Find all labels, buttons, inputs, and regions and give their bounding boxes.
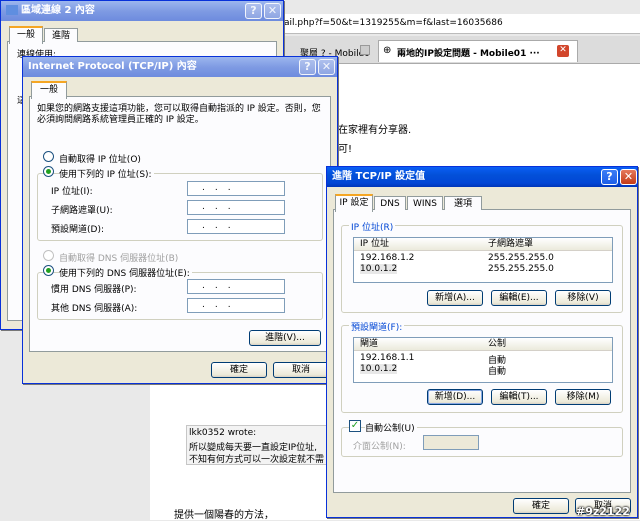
radio-manual-dns-label: 使用下列的 DNS 伺服器位址(E): <box>59 266 192 279</box>
list-item[interactable]: 自動 <box>488 364 506 377</box>
radio-auto-dns-label: 自動取得 DNS 伺服器位址(B) <box>59 254 179 264</box>
radio-manual-dns[interactable] <box>43 265 54 276</box>
help-button[interactable]: ? <box>245 3 262 19</box>
add-ip-button[interactable]: 新增(A)... <box>427 290 483 306</box>
close-icon[interactable] <box>360 45 370 55</box>
cancel-button[interactable]: 取消 <box>273 362 329 378</box>
ip-group-label: IP 位址(R) <box>349 220 396 233</box>
quote-author: lkk0352 wrote: <box>189 428 257 438</box>
auto-metric-label: 自動公制(U) <box>365 421 417 434</box>
list-item[interactable]: 10.0.1.2 <box>360 264 398 274</box>
tab-general[interactable]: 一般 <box>31 81 67 99</box>
radio-auto-dns[interactable] <box>43 250 54 261</box>
post-text-line: 在家裡有分享器. <box>338 125 412 136</box>
interface-metric-label: 介面公制(N): <box>353 442 406 452</box>
edit-gateway-button[interactable]: 編輯(T)... <box>491 389 547 405</box>
col-header-metric[interactable]: 公制 <box>482 338 612 351</box>
help-button[interactable]: ? <box>299 59 316 75</box>
tcpip-properties-window: Internet Protocol (TCP/IP) 內容 ? ✕ 一般 如果您… <box>22 56 338 384</box>
ip-input[interactable]: ... <box>187 181 285 196</box>
radio-manual-ip-label: 使用下列的 IP 位址(S): <box>59 167 154 180</box>
gateway-group-label: 預設閘道(F): <box>349 320 405 333</box>
radio-manual-ip[interactable] <box>43 166 54 177</box>
list-item[interactable]: 10.0.1.2 <box>360 364 398 374</box>
close-button[interactable]: ✕ <box>264 3 281 19</box>
page-icon: ⊕ <box>383 45 392 56</box>
dns2-input[interactable]: ... <box>187 298 285 313</box>
help-button[interactable]: ? <box>601 169 618 185</box>
advanced-button[interactable]: 進階(V)... <box>249 330 321 346</box>
col-header-ip[interactable]: IP 位址 <box>354 238 482 251</box>
post-text-line: 可! <box>338 144 353 155</box>
tab-options[interactable]: 選項 <box>444 196 482 210</box>
ip-address-list[interactable]: IP 位址 子網路遮罩 192.168.1.2 255.255.255.0 10… <box>353 237 613 283</box>
close-icon[interactable]: ✕ <box>557 45 569 57</box>
radio-auto-ip-label: 自動取得 IP 位址(O) <box>59 155 141 165</box>
list-item[interactable]: 192.168.1.1 <box>360 353 414 363</box>
auto-metric-checkbox[interactable]: ✓ <box>349 420 361 432</box>
list-item[interactable]: 255.255.255.0 <box>488 253 554 263</box>
tab-dns[interactable]: DNS <box>374 196 406 210</box>
address-text: ail.php?f=50&t=1319255&m=f&last=16035686 <box>284 18 503 28</box>
edit-ip-button[interactable]: 編輯(E)... <box>491 290 547 306</box>
gateway-input[interactable]: ... <box>187 219 285 234</box>
radio-auto-ip[interactable] <box>43 151 54 162</box>
tab-advanced[interactable]: 進階 <box>44 28 78 42</box>
watermark: #9z2122 <box>576 505 630 518</box>
tab-general[interactable]: 一般 <box>9 26 43 44</box>
gateway-list[interactable]: 閘道 公制 192.168.1.1 自動 10.0.1.2 自動 <box>353 337 613 383</box>
quote-box: lkk0352 wrote: 所以變成每天要一直設定IP位址, 不知有何方式可以… <box>186 425 328 465</box>
close-button[interactable]: ✕ <box>318 59 335 75</box>
browser-tab-title: 兩地的IP設定問題 - Mobile01 ··· <box>397 49 540 59</box>
description-text: 如果您的網路支援這項功能，您可以取得自動指派的 IP 設定。否則，您必須詢問網路… <box>37 104 321 125</box>
mask-input[interactable]: ... <box>187 200 285 215</box>
tab-wins[interactable]: WINS <box>407 196 443 210</box>
interface-metric-input[interactable] <box>423 435 479 450</box>
address-bar[interactable]: ail.php?f=50&t=1319255&m=f&last=16035686 <box>280 14 640 34</box>
col-header-gateway[interactable]: 閘道 <box>354 338 482 351</box>
mask-label: 子網路遮罩(U): <box>51 206 113 216</box>
add-gateway-button[interactable]: 新增(D)... <box>427 389 483 405</box>
advanced-tcpip-window: 進階 TCP/IP 設定值 ? ✕ IP 設定 DNS WINS 選項 IP 位… <box>326 166 638 518</box>
dns1-input[interactable]: ... <box>187 279 285 294</box>
quote-line: 不知有何方式可以一次設定就不需 <box>189 455 325 465</box>
close-button[interactable]: ✕ <box>620 169 637 185</box>
ip-label: IP 位址(I): <box>51 187 93 197</box>
ok-button[interactable]: 確定 <box>211 362 267 378</box>
list-item[interactable]: 192.168.1.2 <box>360 253 414 263</box>
post-footer-text: 提供一個陽春的方法， <box>174 510 274 521</box>
tab-ip-settings[interactable]: IP 設定 <box>335 194 373 212</box>
gateway-label: 預設閘道(D): <box>51 225 104 235</box>
window-title: 區域連線 2 內容 <box>1 1 283 21</box>
remove-gateway-button[interactable]: 移除(M) <box>555 389 611 405</box>
remove-ip-button[interactable]: 移除(V) <box>555 290 611 306</box>
dns2-label: 其他 DNS 伺服器(A): <box>51 304 138 314</box>
window-title: 進階 TCP/IP 設定值 <box>327 167 637 187</box>
col-header-mask[interactable]: 子網路遮罩 <box>482 238 612 251</box>
dns1-label: 慣用 DNS 伺服器(P): <box>51 285 137 295</box>
list-item[interactable]: 255.255.255.0 <box>488 264 554 274</box>
browser-tab-active[interactable]: ⊕ 兩地的IP設定問題 - Mobile01 ··· ✕ <box>378 40 578 62</box>
window-title: Internet Protocol (TCP/IP) 內容 <box>23 57 337 77</box>
network-icon <box>6 5 18 15</box>
ok-button[interactable]: 確定 <box>513 498 569 514</box>
